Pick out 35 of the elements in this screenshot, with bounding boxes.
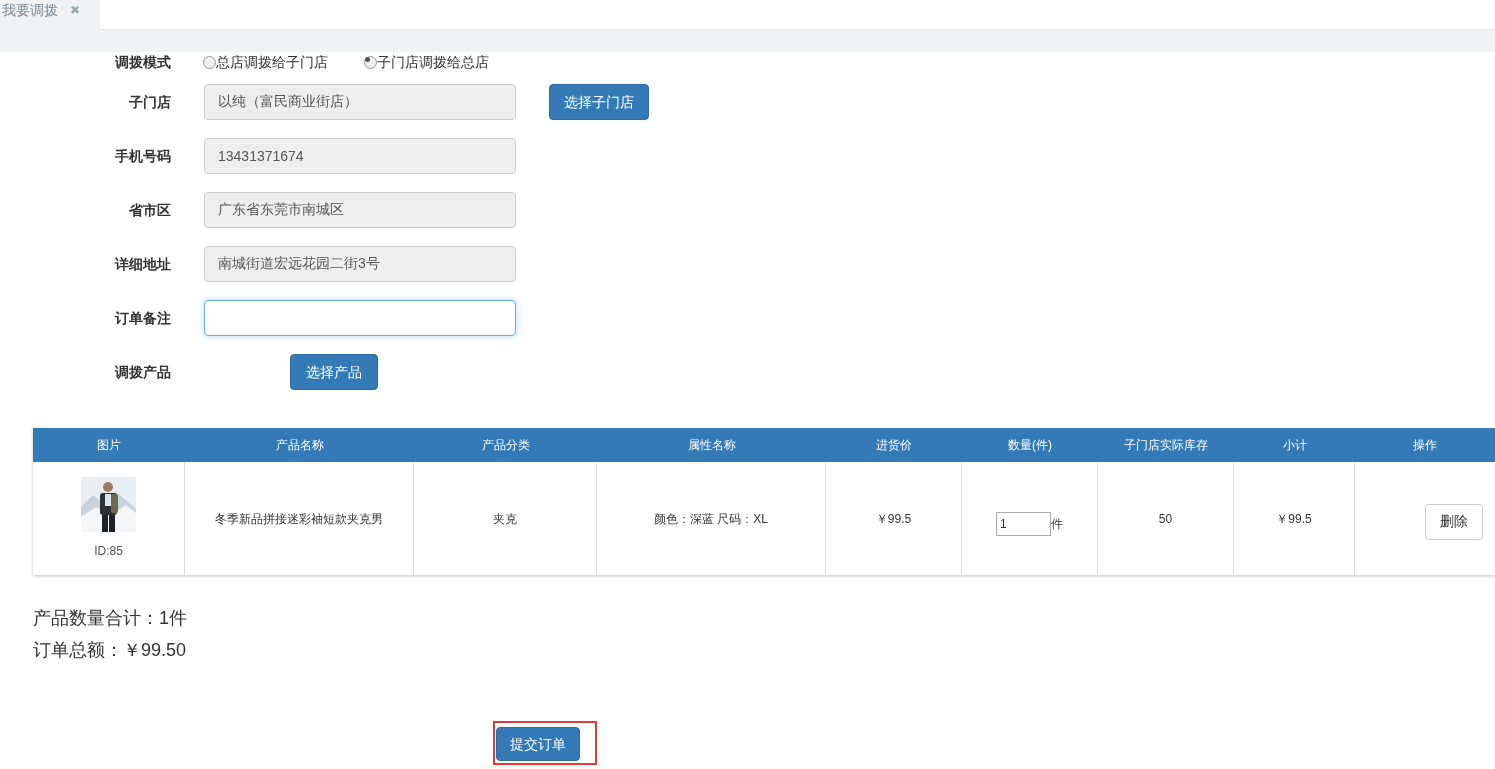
column-header: 属性名称 [686, 437, 737, 454]
table-cell-text: 颜色：深蓝 尺码：XL [654, 510, 768, 528]
column-header: 操作 [1412, 437, 1438, 454]
field-label: 手机号码 [114, 146, 171, 166]
field-label: 省市区 [128, 200, 171, 220]
delete-button[interactable]: 删除 [1425, 503, 1483, 540]
column-header: 产品分类 [480, 437, 531, 454]
summary-text: 产品数量合计：1件 [33, 607, 188, 630]
field-label: 调拨产品 [113, 362, 171, 382]
unit-label: 件 [1051, 515, 1063, 533]
field-label: 详细地址 [114, 254, 171, 274]
submit-button[interactable]: 提交订单 [496, 727, 580, 761]
table-cell-text: ￥99.5 [875, 510, 912, 528]
radio-label: 子门店调拨给总店 [377, 52, 489, 72]
summary-text: 订单总额：￥99.50 [33, 639, 188, 662]
table-cell-text: 冬季新品拼接迷彩袖短款夹克男 [215, 510, 383, 528]
field-label: 子门店 [128, 92, 171, 112]
quantity-input[interactable]: 1 [996, 511, 1051, 536]
radio-button[interactable] [203, 55, 216, 69]
column-header: 小计 [1281, 437, 1308, 454]
column-header: 子门店实际库存 [1123, 437, 1209, 454]
field-label: 订单备注 [113, 308, 171, 328]
table-cell-text: 夹克 [493, 510, 517, 528]
column-header: 图片 [96, 437, 122, 454]
table-cell-text: 50 [1158, 510, 1173, 528]
column-header: 数量(件) [1007, 437, 1053, 454]
field-label: 调拨模式 [113, 52, 171, 72]
product-id: ID:85 [94, 543, 123, 560]
select-products-button[interactable]: 选择产品 [290, 354, 378, 390]
column-header: 进货价 [875, 437, 913, 454]
radio-button[interactable] [364, 55, 377, 69]
column-header: 产品名称 [274, 437, 325, 454]
radio-label: 总店调拨给子门店 [216, 52, 328, 72]
table-cell-text: ￥99.5 [1276, 510, 1312, 528]
input-field[interactable] [204, 300, 516, 336]
